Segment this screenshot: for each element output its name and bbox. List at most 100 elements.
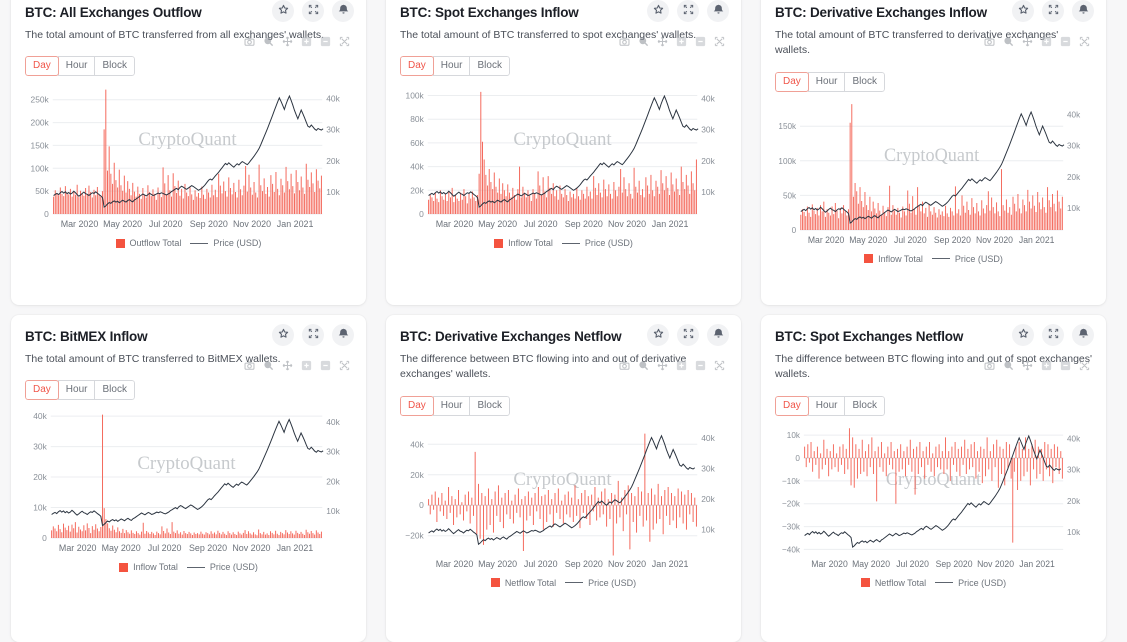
- zoom-in-icon[interactable]: [1041, 34, 1052, 45]
- legend-item-line[interactable]: Price (USD): [190, 238, 261, 248]
- interval-hour-button[interactable]: Hour: [433, 396, 471, 416]
- camera-icon[interactable]: [244, 34, 255, 45]
- chart-container[interactable]: 050k100k150k200k250k10k20k30k40kCryptoQu…: [25, 76, 352, 236]
- interval-day-button[interactable]: Day: [775, 396, 809, 416]
- chart-container[interactable]: 010k20k30k40k10k20k30k40kCryptoQuantMar …: [25, 400, 352, 560]
- svg-text:CryptoQuant: CryptoQuant: [513, 129, 612, 150]
- zoom-out-icon[interactable]: [1060, 34, 1071, 45]
- chart-container[interactable]: −40k−30k−20k−10k010k10k20k30k40kCryptoQu…: [775, 416, 1092, 576]
- zoom-out-icon[interactable]: [695, 34, 706, 45]
- zoom-out-icon[interactable]: [695, 358, 706, 369]
- expand-button[interactable]: [1042, 324, 1064, 346]
- legend-line-label: Price (USD): [955, 254, 1003, 264]
- pan-icon[interactable]: [1022, 34, 1033, 45]
- chart-container[interactable]: −20k020k40k10k20k30k40kCryptoQuantMar 20…: [400, 416, 727, 576]
- legend-item-bar[interactable]: Netflow Total: [491, 578, 556, 588]
- expand-button[interactable]: [302, 0, 324, 22]
- zoom-in-icon[interactable]: [1041, 358, 1052, 369]
- bookmark-star-button[interactable]: [647, 324, 669, 346]
- legend-item-line[interactable]: Price (USD): [935, 578, 1006, 588]
- camera-icon[interactable]: [244, 358, 255, 369]
- legend-item-line[interactable]: Price (USD): [562, 238, 633, 248]
- pan-icon[interactable]: [657, 34, 668, 45]
- interval-block-button[interactable]: Block: [94, 380, 134, 400]
- zoom-in-icon[interactable]: [676, 34, 687, 45]
- zoom-out-icon[interactable]: [320, 358, 331, 369]
- bell-button[interactable]: [707, 0, 729, 22]
- autoscale-icon[interactable]: [714, 34, 725, 45]
- autoscale-icon[interactable]: [339, 358, 350, 369]
- bookmark-star-button[interactable]: [1012, 324, 1034, 346]
- bookmark-star-button[interactable]: [272, 0, 294, 22]
- legend-item-bar[interactable]: Inflow Total: [494, 238, 553, 248]
- legend-item-line[interactable]: Price (USD): [932, 254, 1003, 264]
- bell-button[interactable]: [1072, 0, 1094, 22]
- chart-container[interactable]: 020k40k60k80k100k10k20k30k40kCryptoQuant…: [400, 76, 727, 236]
- pan-icon[interactable]: [1022, 358, 1033, 369]
- bell-button[interactable]: [332, 324, 354, 346]
- interval-hour-button[interactable]: Hour: [58, 56, 96, 76]
- legend-item-bar[interactable]: Outflow Total: [116, 238, 182, 248]
- zoom-out-icon[interactable]: [320, 34, 331, 45]
- interval-day-button[interactable]: Day: [400, 56, 434, 76]
- svg-text:Jul 2020: Jul 2020: [896, 558, 929, 568]
- chart-container[interactable]: 050k100k150k10k20k30k40kCryptoQuantMar 2…: [775, 92, 1092, 252]
- interval-day-button[interactable]: Day: [775, 72, 809, 92]
- legend-item-line[interactable]: Price (USD): [187, 562, 258, 572]
- interval-hour-button[interactable]: Hour: [433, 56, 471, 76]
- legend-item-bar[interactable]: Inflow Total: [864, 254, 923, 264]
- camera-icon[interactable]: [984, 358, 995, 369]
- bookmark-star-button[interactable]: [272, 324, 294, 346]
- interval-hour-button[interactable]: Hour: [808, 72, 846, 92]
- bell-button[interactable]: [1072, 324, 1094, 346]
- interval-day-button[interactable]: Day: [25, 56, 59, 76]
- interval-block-button[interactable]: Block: [844, 72, 884, 92]
- zoom-in-icon[interactable]: [301, 34, 312, 45]
- camera-icon[interactable]: [619, 358, 630, 369]
- legend-item-bar[interactable]: Netflow Total: [861, 578, 926, 588]
- pan-icon[interactable]: [282, 358, 293, 369]
- expand-button[interactable]: [1042, 0, 1064, 22]
- interval-selector: DayHourBlock: [775, 72, 885, 92]
- autoscale-icon[interactable]: [339, 34, 350, 45]
- legend-item-bar[interactable]: Inflow Total: [119, 562, 178, 572]
- bell-button[interactable]: [707, 324, 729, 346]
- interval-block-button[interactable]: Block: [94, 56, 134, 76]
- svg-text:20k: 20k: [1067, 495, 1081, 505]
- pan-icon[interactable]: [657, 358, 668, 369]
- zoom-in-icon[interactable]: [301, 358, 312, 369]
- zoom-icon[interactable]: [1003, 34, 1014, 45]
- chart-legend: Inflow Total Price (USD): [25, 562, 352, 580]
- interval-day-button[interactable]: Day: [25, 380, 59, 400]
- zoom-icon[interactable]: [638, 358, 649, 369]
- interval-hour-button[interactable]: Hour: [808, 396, 846, 416]
- pan-icon[interactable]: [282, 34, 293, 45]
- bell-button[interactable]: [332, 0, 354, 22]
- zoom-icon[interactable]: [638, 34, 649, 45]
- chart-svg: 050k100k150k10k20k30k40kCryptoQuantMar 2…: [775, 92, 1092, 252]
- zoom-icon[interactable]: [263, 34, 274, 45]
- legend-item-line[interactable]: Price (USD): [565, 578, 636, 588]
- interval-block-button[interactable]: Block: [469, 56, 509, 76]
- autoscale-icon[interactable]: [1079, 34, 1090, 45]
- interval-block-button[interactable]: Block: [469, 396, 509, 416]
- legend-line-label: Price (USD): [210, 562, 258, 572]
- interval-hour-button[interactable]: Hour: [58, 380, 96, 400]
- expand-button[interactable]: [677, 0, 699, 22]
- autoscale-icon[interactable]: [1079, 358, 1090, 369]
- interval-day-button[interactable]: Day: [400, 396, 434, 416]
- expand-button[interactable]: [677, 324, 699, 346]
- expand-button[interactable]: [302, 324, 324, 346]
- zoom-out-icon[interactable]: [1060, 358, 1071, 369]
- zoom-icon[interactable]: [263, 358, 274, 369]
- autoscale-icon[interactable]: [714, 358, 725, 369]
- svg-text:May 2020: May 2020: [478, 559, 517, 569]
- camera-icon[interactable]: [984, 34, 995, 45]
- bookmark-star-button[interactable]: [1012, 0, 1034, 22]
- bookmark-star-button[interactable]: [647, 0, 669, 22]
- zoom-in-icon[interactable]: [676, 358, 687, 369]
- bookmark-star-icon: [653, 2, 664, 20]
- camera-icon[interactable]: [619, 34, 630, 45]
- zoom-icon[interactable]: [1003, 358, 1014, 369]
- interval-block-button[interactable]: Block: [844, 396, 884, 416]
